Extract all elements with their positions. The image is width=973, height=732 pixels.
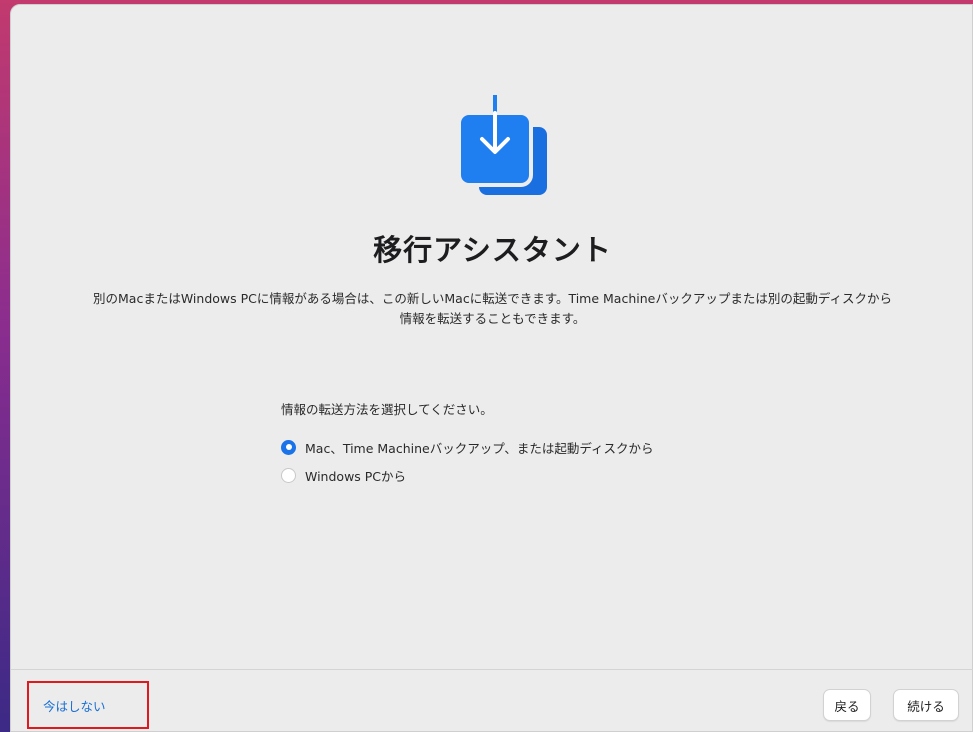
option-label: Mac、Time Machineバックアップ、または起動ディスクから [305, 440, 654, 456]
radio-selected-icon[interactable] [281, 439, 296, 455]
not-now-button[interactable]: 今はしない [27, 681, 149, 729]
option-mac-timemachine-disk[interactable]: Mac、Time Machineバックアップ、または起動ディスクから [281, 437, 653, 457]
page-title: 移行アシスタント [373, 233, 612, 267]
radio-unselected-icon[interactable] [281, 467, 296, 483]
transfer-method-prompt: 情報の転送方法を選択してください。 [281, 402, 493, 417]
migration-assistant-icon [457, 95, 551, 199]
option-windows-pc[interactable]: Windows PCから [281, 465, 406, 485]
option-label: Windows PCから [305, 468, 407, 484]
footer-divider [11, 669, 973, 670]
continue-button[interactable]: 続ける [893, 689, 959, 721]
back-button[interactable]: 戻る [823, 689, 871, 721]
setup-window: 移行アシスタント 別のMacまたはWindows PCに情報がある場合は、この新… [10, 4, 973, 732]
page-description: 別のMacまたはWindows PCに情報がある場合は、この新しいMacに転送で… [93, 291, 892, 326]
